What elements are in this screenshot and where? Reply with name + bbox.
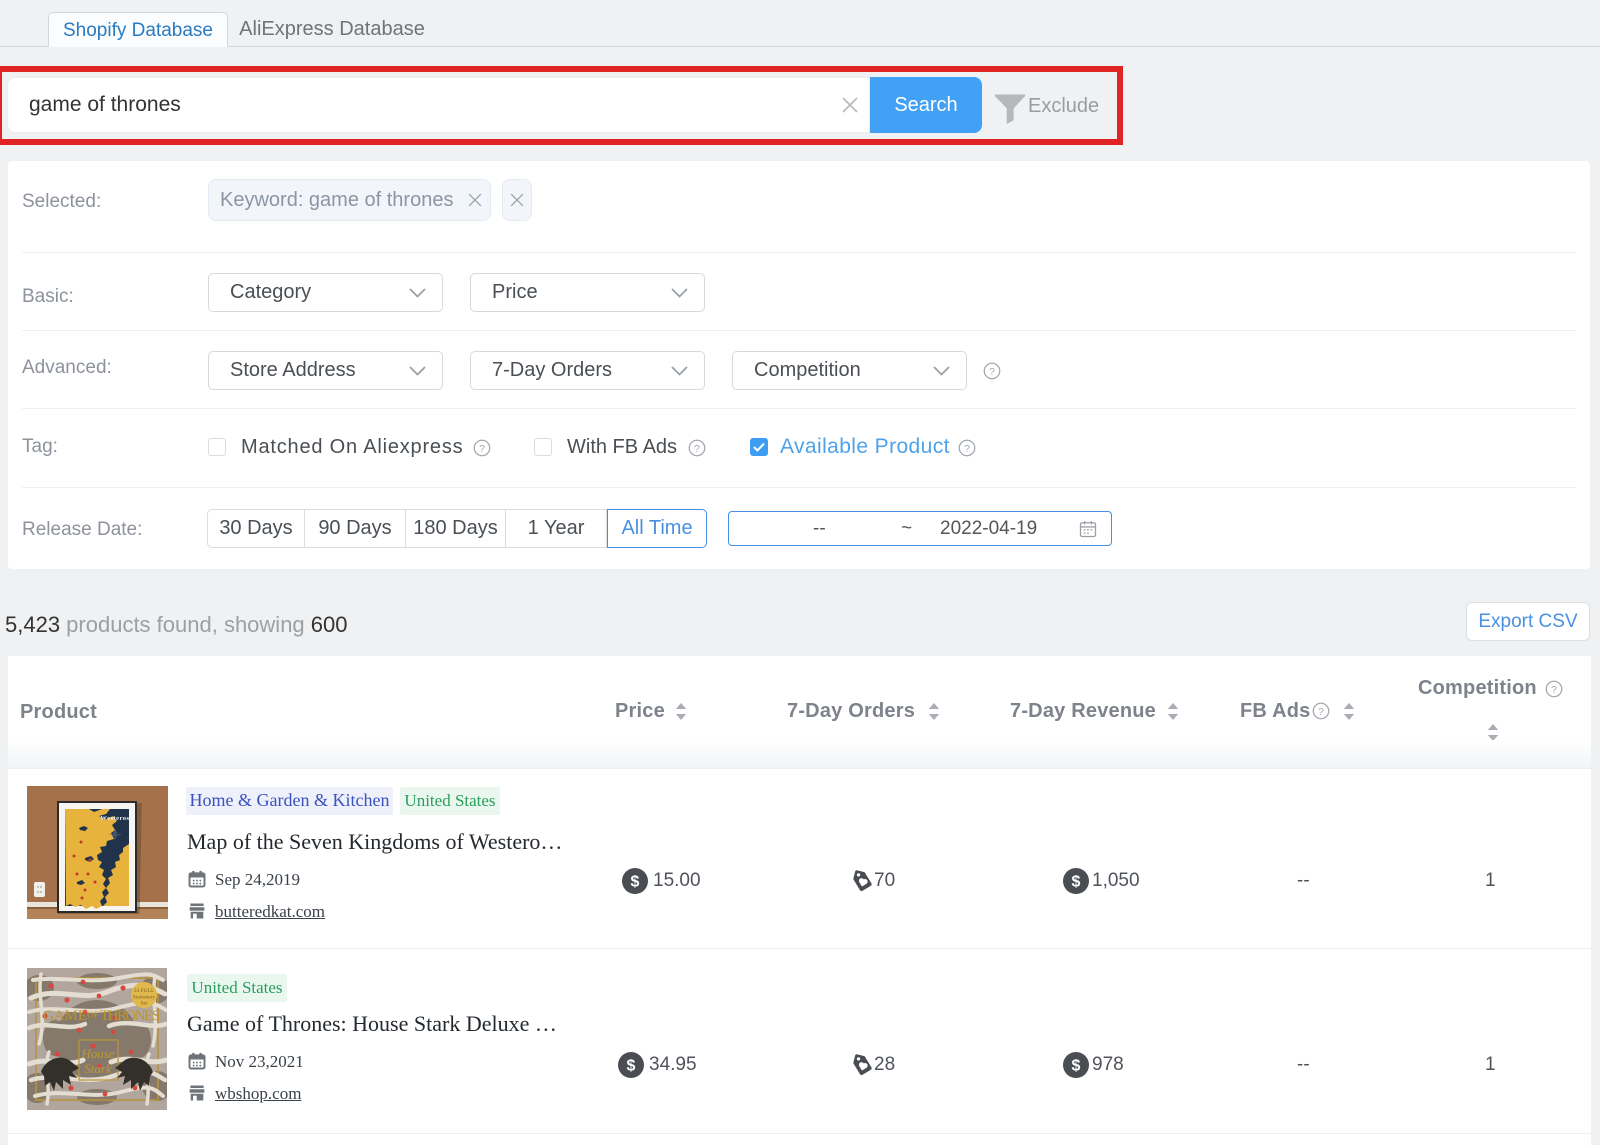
svg-text:Set: Set: [140, 1001, 148, 1007]
svg-text:?: ?: [479, 444, 485, 455]
svg-text:?: ?: [1551, 685, 1557, 696]
svg-text:Westeros: Westeros: [100, 815, 129, 822]
svg-text:24 FULL: 24 FULL: [134, 988, 155, 994]
svg-text:GAME: GAME: [43, 1008, 87, 1024]
svg-text:?: ?: [694, 444, 700, 455]
svg-text:$: $: [631, 874, 640, 891]
svg-text:$: $: [627, 1058, 636, 1075]
svg-text:Stark: Stark: [84, 1061, 112, 1076]
svg-text:OF: OF: [87, 1010, 99, 1020]
svg-text:?: ?: [989, 367, 995, 378]
svg-text:House: House: [80, 1046, 114, 1061]
svg-text:?: ?: [964, 444, 970, 455]
svg-text:?: ?: [1318, 707, 1324, 718]
svg-text:$: $: [1072, 874, 1081, 891]
svg-text:$: $: [1072, 1058, 1081, 1075]
svg-text:THRONES: THRONES: [100, 1008, 160, 1024]
